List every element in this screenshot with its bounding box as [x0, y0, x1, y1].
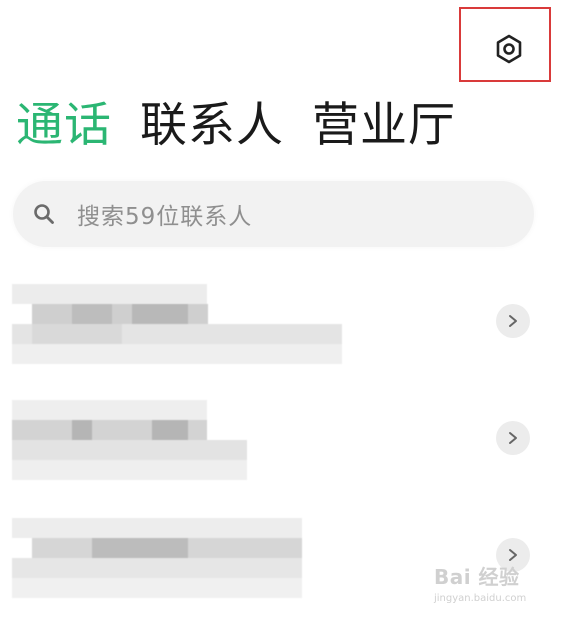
- hexagon-settings-icon: [496, 34, 522, 64]
- search-placeholder: 搜索59位联系人: [77, 204, 253, 230]
- chevron-right-icon: [509, 315, 517, 327]
- contact-list-item[interactable]: [0, 387, 567, 504]
- contact-list: [0, 270, 567, 621]
- tab-contacts[interactable]: 联系人: [140, 96, 284, 156]
- contact-detail-button[interactable]: [496, 421, 530, 455]
- chevron-right-icon: [509, 432, 517, 444]
- tab-calls[interactable]: 通话: [16, 96, 112, 156]
- tab-bar: 通话 联系人 营业厅: [16, 96, 456, 156]
- search-input[interactable]: 搜索59位联系人: [13, 181, 534, 247]
- tab-service-hall[interactable]: 营业厅: [312, 96, 456, 156]
- contact-list-item[interactable]: [0, 504, 567, 621]
- contact-detail-button[interactable]: [496, 304, 530, 338]
- contact-detail-button[interactable]: [496, 538, 530, 572]
- chevron-right-icon: [509, 549, 517, 561]
- settings-button[interactable]: [490, 30, 528, 68]
- contact-list-item[interactable]: [0, 270, 567, 387]
- search-icon: [31, 201, 57, 227]
